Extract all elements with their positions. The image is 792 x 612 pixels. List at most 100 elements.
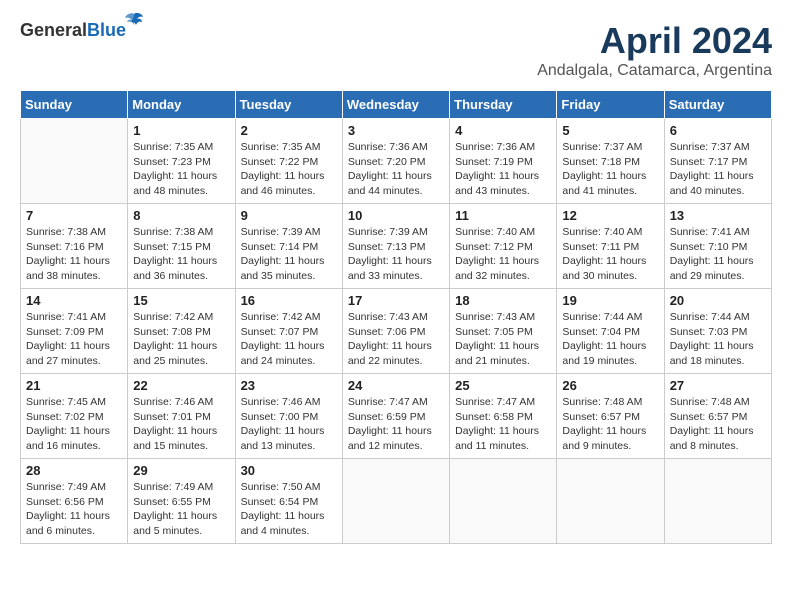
day-info: Sunrise: 7:35 AMSunset: 7:22 PMDaylight:… bbox=[241, 140, 337, 199]
calendar-cell: 21 Sunrise: 7:45 AMSunset: 7:02 PMDayligh… bbox=[21, 374, 128, 459]
day-info: Sunrise: 7:50 AMSunset: 6:54 PMDaylight:… bbox=[241, 480, 337, 539]
calendar-cell bbox=[450, 459, 557, 544]
calendar-cell: 3Sunrise: 7:36 AMSunset: 7:20 PMDaylight… bbox=[342, 119, 449, 204]
calendar-cell: 22 Sunrise: 7:46 AMSunset: 7:01 PMDayligh… bbox=[128, 374, 235, 459]
weekday-header-saturday: Saturday bbox=[664, 91, 771, 119]
weekday-header-monday: Monday bbox=[128, 91, 235, 119]
title-block: April 2024 Andalgala, Catamarca, Argenti… bbox=[537, 20, 772, 80]
calendar-cell: 17 Sunrise: 7:43 AMSunset: 7:06 PMDayligh… bbox=[342, 289, 449, 374]
calendar-cell: 6 Sunrise: 7:37 AMSunset: 7:17 PMDaylight… bbox=[664, 119, 771, 204]
day-info: Sunrise: 7:40 AMSunset: 7:11 PMDaylight:… bbox=[562, 225, 658, 284]
day-info: Sunrise: 7:46 AMSunset: 7:01 PMDaylight:… bbox=[133, 395, 229, 454]
day-number: 18 bbox=[455, 293, 551, 308]
day-number: 6 bbox=[670, 123, 766, 138]
day-info: Sunrise: 7:43 AMSunset: 7:06 PMDaylight:… bbox=[348, 310, 444, 369]
calendar-cell: 20Sunrise: 7:44 AMSunset: 7:03 PMDayligh… bbox=[664, 289, 771, 374]
day-info: Sunrise: 7:48 AMSunset: 6:57 PMDaylight:… bbox=[670, 395, 766, 454]
month-title: April 2024 bbox=[537, 20, 772, 62]
calendar-cell: 13 Sunrise: 7:41 AMSunset: 7:10 PMDayligh… bbox=[664, 204, 771, 289]
day-number: 29 bbox=[133, 463, 229, 478]
day-info: Sunrise: 7:49 AMSunset: 6:56 PMDaylight:… bbox=[26, 480, 122, 539]
weekday-header-wednesday: Wednesday bbox=[342, 91, 449, 119]
day-number: 10 bbox=[348, 208, 444, 223]
day-info: Sunrise: 7:39 AMSunset: 7:14 PMDaylight:… bbox=[241, 225, 337, 284]
day-number: 17 bbox=[348, 293, 444, 308]
header: GeneralBlue April 2024 Andalgala, Catama… bbox=[20, 20, 772, 80]
day-info: Sunrise: 7:37 AMSunset: 7:18 PMDaylight:… bbox=[562, 140, 658, 199]
day-number: 28 bbox=[26, 463, 122, 478]
day-number: 8 bbox=[133, 208, 229, 223]
logo-blue: Blue bbox=[87, 20, 126, 40]
day-info: Sunrise: 7:40 AMSunset: 7:12 PMDaylight:… bbox=[455, 225, 551, 284]
day-number: 25 bbox=[455, 378, 551, 393]
day-number: 27 bbox=[670, 378, 766, 393]
location-title: Andalgala, Catamarca, Argentina bbox=[537, 62, 772, 80]
day-info: Sunrise: 7:41 AMSunset: 7:09 PMDaylight:… bbox=[26, 310, 122, 369]
day-number: 13 bbox=[670, 208, 766, 223]
day-info: Sunrise: 7:46 AMSunset: 7:00 PMDaylight:… bbox=[241, 395, 337, 454]
week-row-1: 1 Sunrise: 7:35 AMSunset: 7:23 PMDaylight… bbox=[21, 119, 772, 204]
calendar-cell: 2 Sunrise: 7:35 AMSunset: 7:22 PMDaylight… bbox=[235, 119, 342, 204]
day-info: Sunrise: 7:43 AMSunset: 7:05 PMDaylight:… bbox=[455, 310, 551, 369]
day-info: Sunrise: 7:39 AMSunset: 7:13 PMDaylight:… bbox=[348, 225, 444, 284]
weekday-header-sunday: Sunday bbox=[21, 91, 128, 119]
weekday-header-friday: Friday bbox=[557, 91, 664, 119]
day-info: Sunrise: 7:42 AMSunset: 7:07 PMDaylight:… bbox=[241, 310, 337, 369]
day-number: 23 bbox=[241, 378, 337, 393]
day-info: Sunrise: 7:37 AMSunset: 7:17 PMDaylight:… bbox=[670, 140, 766, 199]
calendar-cell: 1 Sunrise: 7:35 AMSunset: 7:23 PMDaylight… bbox=[128, 119, 235, 204]
day-number: 16 bbox=[241, 293, 337, 308]
calendar-cell: 25 Sunrise: 7:47 AMSunset: 6:58 PMDayligh… bbox=[450, 374, 557, 459]
calendar-cell bbox=[557, 459, 664, 544]
calendar-cell bbox=[664, 459, 771, 544]
calendar-cell: 23 Sunrise: 7:46 AMSunset: 7:00 PMDayligh… bbox=[235, 374, 342, 459]
day-number: 15 bbox=[133, 293, 229, 308]
day-info: Sunrise: 7:38 AMSunset: 7:15 PMDaylight:… bbox=[133, 225, 229, 284]
day-info: Sunrise: 7:35 AMSunset: 7:23 PMDaylight:… bbox=[133, 140, 229, 199]
calendar-cell bbox=[21, 119, 128, 204]
weekday-header-thursday: Thursday bbox=[450, 91, 557, 119]
day-info: Sunrise: 7:41 AMSunset: 7:10 PMDaylight:… bbox=[670, 225, 766, 284]
calendar-cell: 7Sunrise: 7:38 AMSunset: 7:16 PMDaylight… bbox=[21, 204, 128, 289]
calendar-cell: 12Sunrise: 7:40 AMSunset: 7:11 PMDayligh… bbox=[557, 204, 664, 289]
calendar-cell: 29 Sunrise: 7:49 AMSunset: 6:55 PMDayligh… bbox=[128, 459, 235, 544]
day-number: 1 bbox=[133, 123, 229, 138]
day-number: 30 bbox=[241, 463, 337, 478]
calendar-cell: 16 Sunrise: 7:42 AMSunset: 7:07 PMDayligh… bbox=[235, 289, 342, 374]
day-info: Sunrise: 7:48 AMSunset: 6:57 PMDaylight:… bbox=[562, 395, 658, 454]
calendar-cell: 9 Sunrise: 7:39 AMSunset: 7:14 PMDaylight… bbox=[235, 204, 342, 289]
weekday-header-row: SundayMondayTuesdayWednesdayThursdayFrid… bbox=[21, 91, 772, 119]
calendar-cell: 19 Sunrise: 7:44 AMSunset: 7:04 PMDayligh… bbox=[557, 289, 664, 374]
calendar-cell: 28 Sunrise: 7:49 AMSunset: 6:56 PMDayligh… bbox=[21, 459, 128, 544]
day-number: 19 bbox=[562, 293, 658, 308]
day-info: Sunrise: 7:42 AMSunset: 7:08 PMDaylight:… bbox=[133, 310, 229, 369]
logo: GeneralBlue bbox=[20, 20, 126, 41]
calendar-cell: 24 Sunrise: 7:47 AMSunset: 6:59 PMDayligh… bbox=[342, 374, 449, 459]
logo-general: General bbox=[20, 20, 87, 40]
calendar-cell: 27 Sunrise: 7:48 AMSunset: 6:57 PMDayligh… bbox=[664, 374, 771, 459]
day-info: Sunrise: 7:45 AMSunset: 7:02 PMDaylight:… bbox=[26, 395, 122, 454]
calendar-cell: 30 Sunrise: 7:50 AMSunset: 6:54 PMDayligh… bbox=[235, 459, 342, 544]
day-number: 3 bbox=[348, 123, 444, 138]
week-row-5: 28 Sunrise: 7:49 AMSunset: 6:56 PMDayligh… bbox=[21, 459, 772, 544]
calendar-cell bbox=[342, 459, 449, 544]
day-number: 22 bbox=[133, 378, 229, 393]
day-info: Sunrise: 7:49 AMSunset: 6:55 PMDaylight:… bbox=[133, 480, 229, 539]
day-number: 9 bbox=[241, 208, 337, 223]
day-number: 26 bbox=[562, 378, 658, 393]
weekday-header-tuesday: Tuesday bbox=[235, 91, 342, 119]
day-info: Sunrise: 7:47 AMSunset: 6:58 PMDaylight:… bbox=[455, 395, 551, 454]
day-number: 14 bbox=[26, 293, 122, 308]
day-info: Sunrise: 7:47 AMSunset: 6:59 PMDaylight:… bbox=[348, 395, 444, 454]
calendar-cell: 14 Sunrise: 7:41 AMSunset: 7:09 PMDayligh… bbox=[21, 289, 128, 374]
calendar-cell: 10 Sunrise: 7:39 AMSunset: 7:13 PMDayligh… bbox=[342, 204, 449, 289]
day-number: 24 bbox=[348, 378, 444, 393]
day-number: 2 bbox=[241, 123, 337, 138]
day-number: 21 bbox=[26, 378, 122, 393]
week-row-2: 7Sunrise: 7:38 AMSunset: 7:16 PMDaylight… bbox=[21, 204, 772, 289]
day-info: Sunrise: 7:44 AMSunset: 7:04 PMDaylight:… bbox=[562, 310, 658, 369]
logo-bird-icon bbox=[124, 12, 144, 30]
week-row-3: 14 Sunrise: 7:41 AMSunset: 7:09 PMDayligh… bbox=[21, 289, 772, 374]
day-number: 7 bbox=[26, 208, 122, 223]
calendar-cell: 18 Sunrise: 7:43 AMSunset: 7:05 PMDayligh… bbox=[450, 289, 557, 374]
